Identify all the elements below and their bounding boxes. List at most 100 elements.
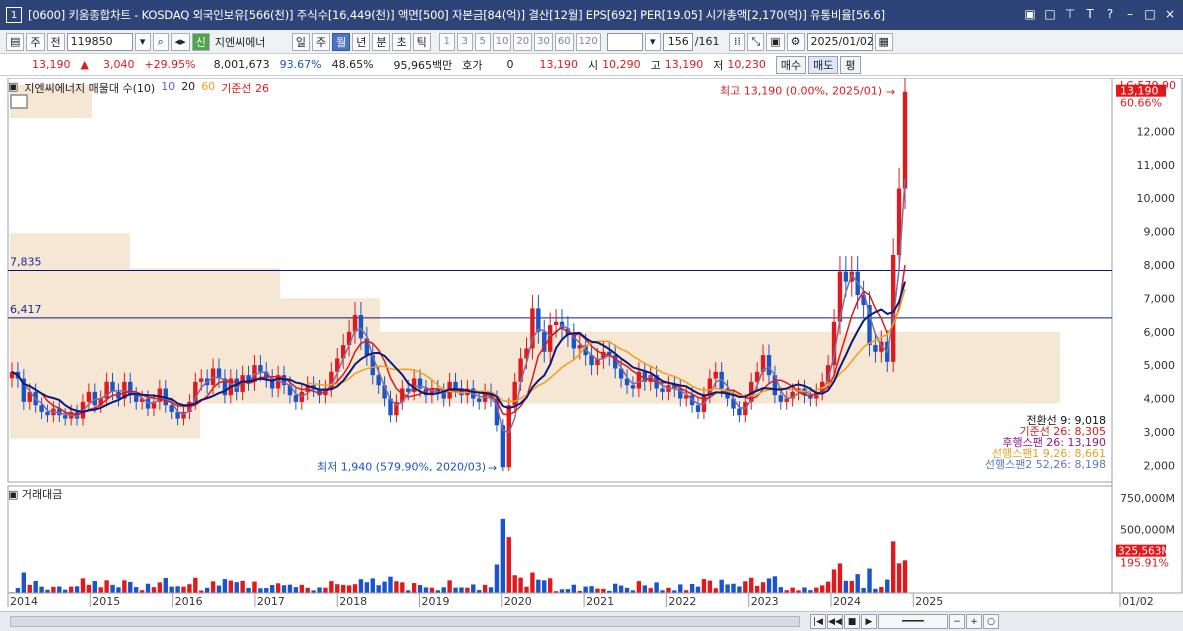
horizontal-scrollbar[interactable]: |◀ ◀◀ ■ ▶ ━━━━ − + ○ [0, 611, 1183, 631]
save-icon[interactable]: ▣ [766, 32, 785, 51]
volume-bar [689, 583, 695, 593]
volume-bar [506, 537, 511, 593]
interval-10[interactable]: 10 [492, 32, 512, 51]
zoom-reset-icon[interactable]: ○ [983, 614, 999, 629]
close-icon[interactable]: × [1163, 7, 1177, 21]
volume-bar [210, 581, 216, 593]
volume-bar [624, 587, 630, 593]
volume-profile-bar [10, 268, 280, 299]
candle-body [873, 345, 878, 352]
help-icon[interactable]: ? [1103, 7, 1117, 21]
volume-bar [902, 560, 908, 593]
y-tick-label: 11,000 [1137, 159, 1176, 172]
prev-icon[interactable]: ◀◀ [827, 614, 843, 629]
ichimoku-label: 선행스팬2 52,26: 8,198 [985, 458, 1106, 471]
count-input[interactable]: 156 [662, 32, 693, 51]
candle-body [293, 395, 299, 402]
empty-field[interactable] [606, 32, 643, 51]
tab-week[interactable]: 주 [311, 32, 331, 51]
volume-bar [128, 581, 133, 593]
crosshair-icon[interactable]: ⤡ [747, 32, 765, 51]
candle-body [536, 308, 541, 332]
y-tick-label: 12,000 [1137, 125, 1176, 138]
candle-body [258, 365, 263, 372]
candle-body [45, 411, 50, 416]
first-icon[interactable]: |◀ [810, 614, 826, 629]
chevron-down-icon[interactable]: ▾ [644, 32, 661, 51]
interval-3[interactable]: 3 [456, 32, 473, 51]
volume-bar [867, 568, 872, 593]
interval-60[interactable]: 60 [554, 32, 574, 51]
volume-bar [459, 587, 464, 593]
volume-bar [228, 580, 234, 593]
volume-bar [63, 589, 68, 593]
layout-icon[interactable]: ▤ [6, 32, 25, 51]
current-price: 13,190 [32, 58, 71, 71]
low-price: 10,230 [727, 58, 766, 71]
volume-bar [542, 580, 547, 593]
dots-icon[interactable]: ⁞⁞ [729, 32, 746, 51]
candle-body [660, 388, 665, 392]
pin-icon[interactable]: ⊤ [1063, 7, 1077, 21]
volume-bar [21, 572, 27, 593]
period-select[interactable]: 주 [26, 32, 45, 51]
price-chart[interactable]: 2,000 3,000 4,000 5,000 6,000 7,000 8,000 9,000… [0, 78, 1183, 611]
volume-bar [530, 572, 535, 593]
interval-5[interactable]: 5 [474, 32, 491, 51]
title-bar: 1 [0600] 키움종합차트 - KOSDAQ 외국인보유[566(천)] 주… [0, 0, 1183, 30]
maximize-icon[interactable]: □ [1143, 7, 1157, 21]
window-number-badge: 1 [6, 7, 22, 23]
turnover: 48.65% [331, 58, 374, 71]
interval-30[interactable]: 30 [534, 32, 553, 51]
tab-day[interactable]: 일 [291, 32, 310, 51]
interval-1[interactable]: 1 [438, 32, 455, 51]
zoom-bar-icon[interactable]: ━━━━ [878, 614, 948, 629]
volume-bar [429, 587, 435, 593]
mode-select[interactable]: 전 [46, 32, 65, 51]
volume-bar [252, 581, 257, 593]
candle-body [695, 405, 701, 412]
link-icon[interactable]: ▣ [1023, 7, 1037, 21]
tab-year[interactable]: 년 [352, 32, 371, 51]
tab-second[interactable]: 초 [392, 32, 411, 51]
scroll-thumb[interactable] [10, 616, 800, 627]
horizontal-line-label: 7,835 [10, 255, 42, 268]
open-label: 시 [588, 58, 599, 72]
volume-bar [116, 587, 121, 593]
zoom-out-icon[interactable]: − [949, 614, 965, 629]
tab-tick[interactable]: 틱 [412, 32, 431, 51]
search-icon[interactable]: ⌕ [152, 32, 169, 51]
x-tick-label: 2023 [751, 595, 779, 608]
zoom-in-icon[interactable]: + [966, 614, 982, 629]
speaker-icon[interactable]: ◂▸ [170, 32, 190, 51]
interval-20[interactable]: 20 [513, 32, 533, 51]
flat-button[interactable]: 평 [840, 55, 861, 74]
hoga-label: 호가 [462, 58, 483, 72]
font-icon[interactable]: T [1083, 7, 1097, 21]
restore-icon[interactable]: □ [1043, 7, 1057, 21]
calendar-icon[interactable]: ▦ [874, 32, 893, 51]
volume-bar [352, 584, 358, 593]
volume-bar [98, 587, 103, 593]
tab-minute[interactable]: 분 [372, 32, 391, 51]
price-legend: ▣ 지엔씨에너지 매물대 수(10) 10 20 60 기준선 26 [8, 80, 269, 96]
volume-bar [281, 585, 287, 593]
volume-panel [7, 485, 1113, 594]
stock-code-input[interactable]: 119850 [66, 32, 133, 51]
gear-icon[interactable]: ⚙ [786, 32, 805, 51]
volume-profile-bar [10, 331, 1060, 371]
stop-icon[interactable]: ■ [844, 614, 860, 629]
candle-body [902, 91, 908, 189]
minimize-icon[interactable]: – [1123, 7, 1137, 21]
sell-button[interactable]: 매도 [808, 55, 839, 74]
interval-120[interactable]: 120 [575, 32, 601, 51]
high-arrow-icon: → [886, 86, 895, 99]
chevron-down-icon[interactable]: ▾ [134, 32, 151, 51]
tab-month[interactable]: 월 [332, 32, 351, 51]
volume-bar [494, 564, 500, 593]
date-input[interactable]: 2025/01/02 [806, 32, 874, 51]
volume-bar [873, 588, 878, 593]
next-icon[interactable]: ▶ [861, 614, 877, 629]
buy-button[interactable]: 매수 [775, 55, 807, 74]
quote-bar: 13,190 ▲ 3,040 +29.95% 8,001,673 93.67% … [0, 54, 1183, 76]
